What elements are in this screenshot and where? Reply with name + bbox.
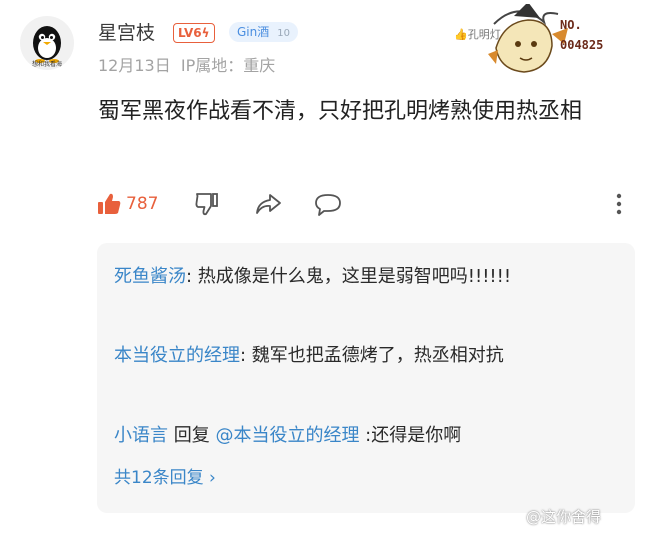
reply-author[interactable]: 小语言	[114, 425, 168, 446]
reply-item[interactable]: 本当役立的经理: 魏军也把孟德烤了，热丞相对抗	[114, 339, 619, 372]
username[interactable]: 星宫枝	[98, 18, 155, 45]
avatar[interactable]: 想和我看海	[20, 16, 74, 70]
ip-location: IP属地：重庆	[180, 56, 276, 75]
pendant-tag-text: 孔明灯	[467, 28, 501, 41]
reply-button[interactable]	[314, 190, 342, 218]
comment-text: 蜀军黑夜作战看不清，只好把孔明烤熟使用热丞相	[98, 99, 583, 124]
reply-author[interactable]: 死鱼酱汤	[114, 266, 186, 287]
level-badge: LV6ϟ	[173, 23, 215, 43]
avatar-caption: 想和我看海	[31, 61, 62, 68]
comment-meta: 12月13日 IP属地：重庆	[98, 52, 275, 76]
reply-mention[interactable]: @本当役立的经理	[215, 425, 359, 446]
reply-text: : 魏军也把孟德烤了，热丞相对抗	[240, 345, 504, 366]
dislike-button[interactable]	[194, 190, 220, 218]
reply-text: :还得是你啊	[359, 425, 462, 446]
view-all-replies-link[interactable]: 共12条回复 ›	[114, 463, 216, 488]
comment-date: 12月13日	[98, 56, 171, 75]
more-vertical-icon	[616, 193, 622, 215]
like-button[interactable]: 787	[97, 190, 158, 218]
share-icon	[256, 194, 281, 214]
reply-item[interactable]: 小语言 回复 @本当役立的经理 :还得是你啊	[114, 419, 619, 452]
reply-item[interactable]: 死鱼酱汤: 热成像是什么鬼，这里是弱智吧吗!!!!!!	[114, 260, 619, 293]
pendant-tag: 👍孔明灯	[454, 26, 501, 42]
fan-badge[interactable]: Gin酒 10	[229, 22, 298, 42]
thumbs-down-icon	[195, 193, 218, 216]
more-options-button[interactable]	[612, 190, 626, 218]
reply-mid: 回复	[168, 425, 216, 446]
watermark: @这你舍得	[526, 508, 602, 526]
fan-badge-level: 10	[277, 28, 290, 39]
pendant-number: 004825	[560, 38, 604, 52]
comment-bubble-icon	[315, 194, 341, 216]
fan-badge-name: Gin酒	[237, 25, 270, 39]
pendant-like-icon: 👍	[454, 28, 468, 41]
avatar-pendant: 👍孔明灯 NO. 004825	[448, 2, 648, 76]
lightning-icon: ϟ	[201, 26, 210, 40]
thumbs-up-icon	[98, 193, 121, 214]
like-count: 787	[126, 194, 159, 214]
reply-text: : 热成像是什么鬼，这里是弱智吧吗!!!!!!	[186, 266, 512, 287]
pendant-number-label: NO.	[560, 18, 582, 32]
level-badge-text: LV6	[178, 26, 202, 40]
reply-author[interactable]: 本当役立的经理	[114, 345, 240, 366]
share-button[interactable]	[254, 190, 282, 218]
